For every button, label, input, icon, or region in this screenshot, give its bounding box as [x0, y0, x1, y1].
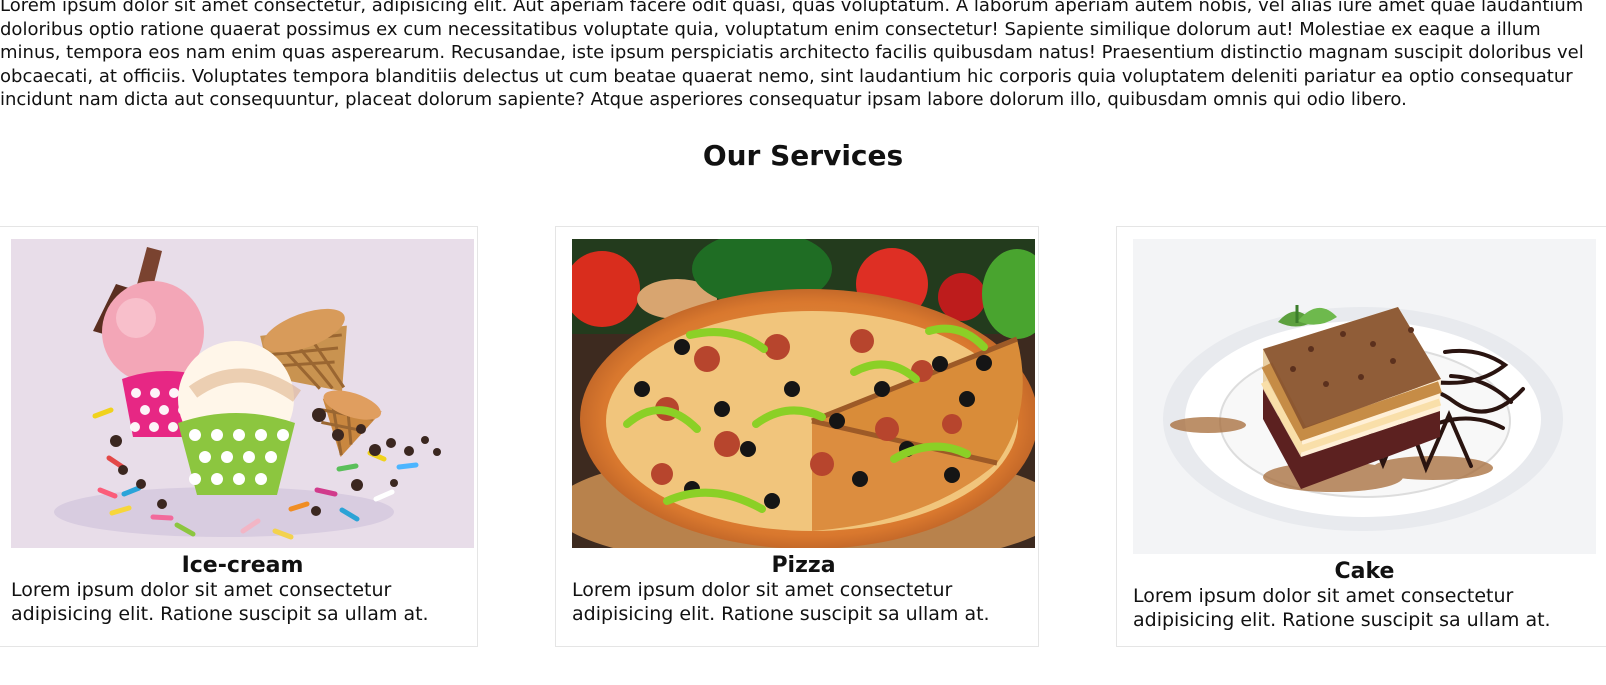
service-title: Ice-cream: [181, 553, 304, 578]
cake-image: [1133, 239, 1596, 554]
services-heading: Our Services: [702, 139, 904, 172]
service-description: Lorem ipsum dolor sit amet consectetur a…: [11, 579, 429, 625]
pizza-image: [572, 239, 1035, 548]
services-page: Lorem ipsum dolor sit amet consectetur, …: [0, 0, 1606, 685]
ice-cream-image: [11, 239, 474, 548]
service-title: Pizza: [771, 553, 836, 578]
service-description: Lorem ipsum dolor sit amet consectetur a…: [1133, 585, 1551, 631]
service-card-cake: Cake Lorem ipsum dolor sit amet consecte…: [1116, 226, 1606, 647]
service-title: Cake: [1334, 559, 1395, 584]
service-description: Lorem ipsum dolor sit amet consectetur a…: [572, 579, 990, 625]
service-card-ice-cream: Ice-cream Lorem ipsum dolor sit amet con…: [0, 226, 478, 647]
intro-paragraph: Lorem ipsum dolor sit amet consectetur, …: [0, 0, 1584, 110]
service-card-pizza: Pizza Lorem ipsum dolor sit amet consect…: [555, 226, 1039, 647]
